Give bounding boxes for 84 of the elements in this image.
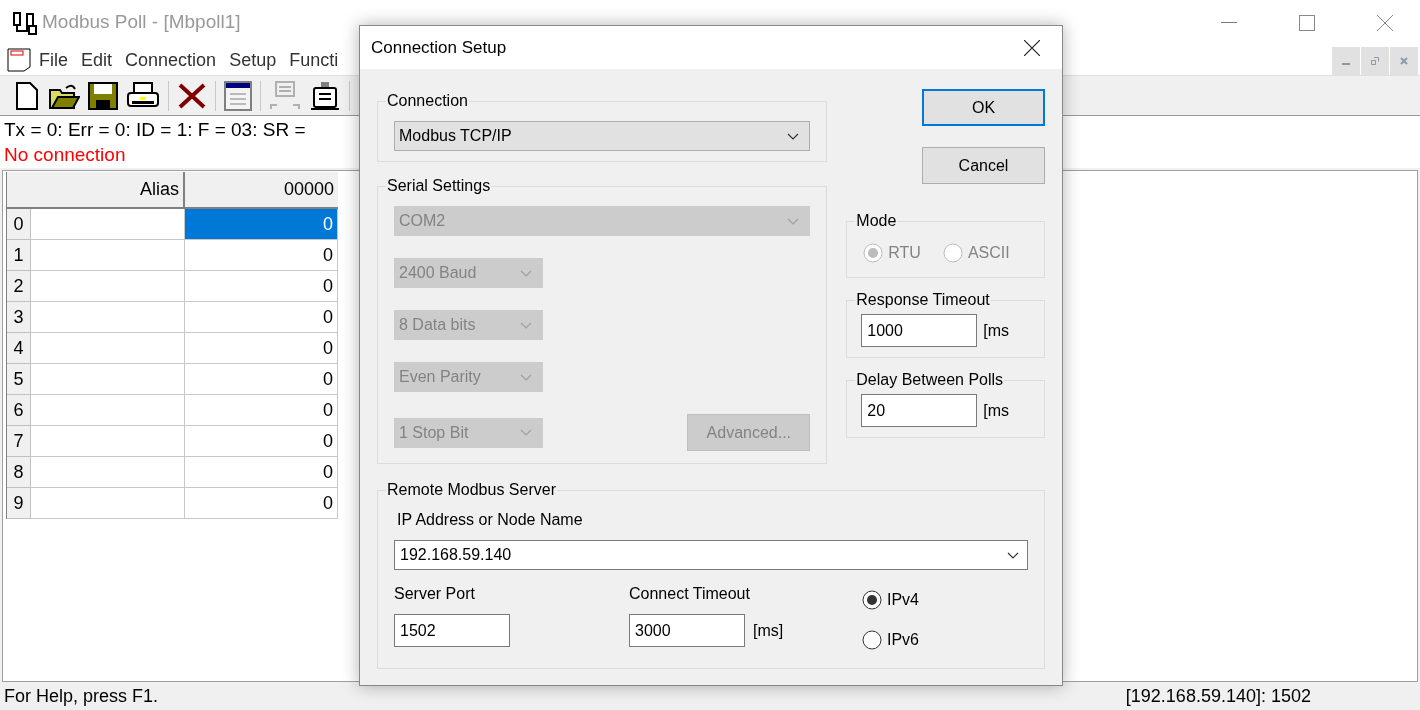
unit-label: [ms [983, 400, 1010, 421]
connection-dropdown[interactable]: Modbus TCP/IP [394, 121, 811, 151]
radio-icon [862, 630, 882, 650]
row-header: 0 [7, 209, 31, 240]
minimize-icon [1221, 21, 1237, 24]
group-label: Delay Between Polls [855, 370, 1005, 390]
group-label: Remote Modbus Server [386, 480, 557, 500]
port-field[interactable]: 1502 [394, 614, 510, 647]
radio-icon [862, 590, 882, 610]
group-label: Mode [855, 211, 898, 231]
menu-item[interactable]: File [39, 46, 68, 74]
chevron-down-icon [1007, 551, 1019, 559]
chevron-down-icon [520, 373, 532, 381]
app-logo-icon [12, 9, 38, 36]
table-cell[interactable]: 0 [185, 240, 338, 271]
row-header: 9 [7, 488, 31, 519]
document-icon [7, 48, 33, 72]
chevron-down-icon [520, 269, 532, 277]
row-header: 4 [7, 333, 31, 364]
table-cell[interactable]: 0 [185, 488, 338, 519]
timeout-field[interactable]: 20 [861, 394, 978, 427]
radio-button[interactable]: IPv4 [862, 588, 919, 612]
dialog-title: Connection Setup [371, 36, 507, 59]
group-label: Response Timeout [855, 290, 991, 310]
close-icon [1024, 39, 1040, 56]
table-cell[interactable]: 0 [185, 395, 338, 426]
group-label: Connection [386, 91, 469, 111]
radio-icon [863, 243, 884, 263]
column-header: 00000 [185, 172, 338, 209]
child-window-button[interactable] [1332, 47, 1360, 75]
row-header: 6 [7, 395, 31, 426]
row-header: 2 [7, 271, 31, 302]
field-label: IP Address or Node Name [397, 510, 584, 530]
chevron-down-icon [520, 429, 532, 436]
status-line: Tx = 0: Err = 0: ID = 1: F = 03: SR = [4, 118, 306, 142]
table-cell[interactable]: 0 [185, 271, 338, 302]
new-document-icon[interactable] [14, 81, 40, 110]
ip-address-combo[interactable]: 192.168.59.140 [394, 540, 1028, 570]
table-cell[interactable]: 0 [185, 364, 338, 395]
window-icon[interactable] [224, 80, 252, 111]
save-icon[interactable] [88, 81, 118, 110]
connect-timeout-field[interactable]: 3000 [629, 614, 745, 647]
row-header: 8 [7, 457, 31, 488]
device-icon[interactable] [309, 80, 341, 111]
table-cell[interactable]: 0 [185, 209, 338, 240]
error-message: No connection [4, 143, 126, 167]
table-cell[interactable]: 0 [185, 426, 338, 457]
radio-button[interactable]: IPv6 [862, 628, 919, 652]
delete-icon[interactable] [177, 81, 207, 110]
help-text: For Help, press F1. [4, 684, 159, 708]
dialog-button[interactable]: OK [922, 89, 1045, 126]
table-cell[interactable]: 0 [185, 302, 338, 333]
table-cell[interactable]: 0 [185, 333, 338, 364]
field-label: Connect Timeout [629, 584, 751, 604]
column-header: Alias [31, 172, 185, 209]
dialog-button[interactable]: Cancel [922, 147, 1045, 184]
chevron-down-icon [787, 217, 800, 225]
close-icon [1377, 14, 1393, 31]
connection-address: [192.168.59.140]: 1502 [1125, 684, 1311, 708]
unit-label: [ms [983, 320, 1010, 341]
row-header: 3 [7, 302, 31, 333]
chevron-down-icon [520, 321, 532, 329]
menu-item[interactable]: Connection [125, 46, 217, 74]
print-icon[interactable] [126, 81, 160, 110]
child-window-button[interactable] [1390, 47, 1418, 75]
menu-item[interactable]: Edit [81, 46, 113, 74]
menu-item[interactable]: Functi [289, 46, 339, 74]
maximize-icon [1299, 14, 1315, 31]
field-label: Server Port [394, 584, 476, 604]
monitor-icon[interactable] [269, 80, 301, 111]
row-header: 7 [7, 426, 31, 457]
row-header: 1 [7, 240, 31, 271]
chevron-down-icon [787, 132, 800, 140]
radio-icon [942, 243, 963, 263]
child-window-button[interactable] [1361, 47, 1389, 75]
menu-item[interactable]: Setup [229, 46, 277, 74]
group-label: Serial Settings [386, 176, 492, 196]
row-header: 5 [7, 364, 31, 395]
timeout-field[interactable]: 1000 [861, 314, 978, 347]
restore-icon [1371, 57, 1379, 65]
unit-label: [ms] [753, 620, 784, 641]
window-title: Modbus Poll - [Mbpoll1] [42, 10, 241, 35]
close-icon [1400, 57, 1408, 65]
table-cell[interactable]: 0 [185, 457, 338, 488]
